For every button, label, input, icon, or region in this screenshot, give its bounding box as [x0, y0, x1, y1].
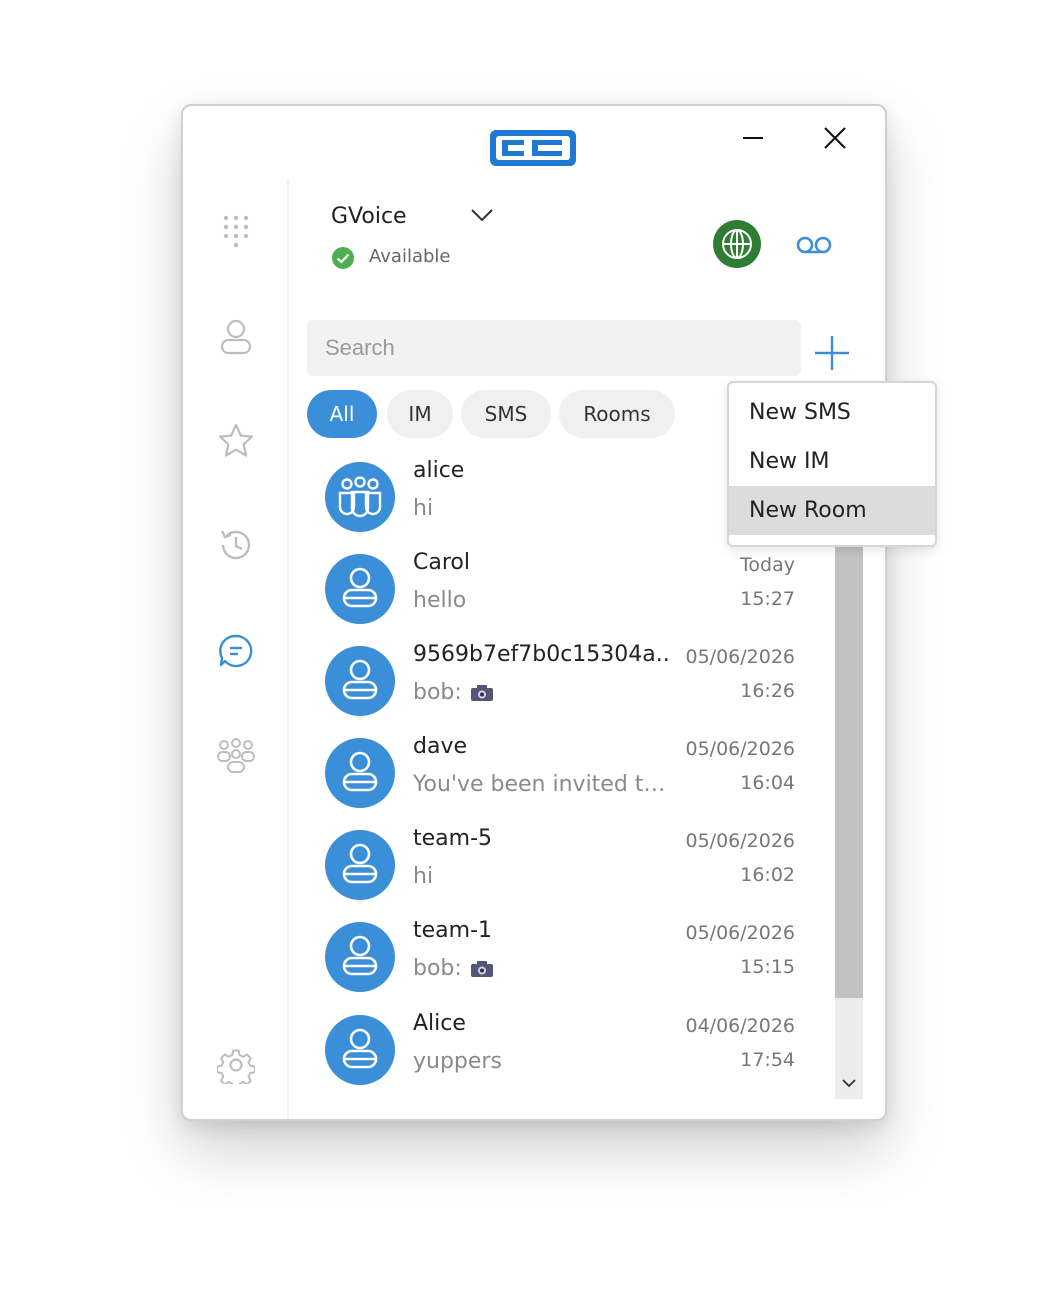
preview-sender: bob: — [413, 956, 462, 981]
person-avatar-icon — [325, 1015, 395, 1085]
minimize-icon[interactable] — [735, 120, 771, 156]
settings-icon[interactable] — [217, 1046, 255, 1084]
conversation-preview: bob: — [413, 956, 494, 981]
conversation-preview: bob: — [413, 680, 494, 705]
conversation-name: team-5 — [413, 826, 493, 851]
conversation-name: dave — [413, 734, 468, 759]
chat-icon[interactable] — [217, 632, 255, 670]
camera-icon — [470, 961, 493, 977]
conversation-date: 05/06/2026 — [685, 738, 795, 760]
chevron-down-icon[interactable] — [469, 204, 495, 226]
filter-im[interactable]: IM — [387, 390, 453, 438]
close-icon[interactable] — [817, 120, 853, 156]
conversation-name: alice — [413, 458, 465, 483]
conversation-row[interactable]: team-5 hi 05/06/2026 16:02 — [307, 822, 807, 914]
conversation-time: 17:54 — [740, 1049, 795, 1071]
conversation-name: team-1 — [413, 918, 493, 943]
filter-all[interactable]: All — [307, 390, 377, 438]
conversation-time: 16:26 — [740, 680, 795, 702]
conversation-row[interactable]: 9569b7ef7b0c15304a... bob: 05/06/2026 16… — [307, 638, 807, 730]
scrollbar-thumb[interactable] — [835, 542, 863, 998]
conversation-date: 05/06/2026 — [685, 830, 795, 852]
conversation-row[interactable]: dave You've been invited to... 05/06/202… — [307, 730, 807, 822]
person-avatar-icon — [325, 554, 395, 624]
globe-button[interactable] — [713, 220, 761, 268]
conversation-name: Carol — [413, 550, 470, 575]
person-avatar-icon — [325, 830, 395, 900]
conversation-date: 04/06/2026 — [685, 1015, 795, 1037]
conversation-name: 9569b7ef7b0c15304a... — [413, 642, 671, 667]
conversation-date: 05/06/2026 — [685, 646, 795, 668]
person-avatar-icon — [325, 646, 395, 716]
globe-icon — [722, 229, 752, 259]
status-available-icon — [332, 247, 354, 269]
conversation-name: Alice — [413, 1011, 466, 1036]
sidebar — [183, 178, 289, 1119]
add-icon[interactable] — [813, 334, 851, 372]
account-name[interactable]: GVoice — [331, 204, 407, 229]
conversation-time: 15:15 — [740, 956, 795, 978]
conversation-preview: hello — [413, 588, 467, 613]
group-avatar-icon — [325, 462, 395, 532]
app-logo — [490, 130, 576, 166]
conversation-preview: hi — [413, 496, 434, 521]
list-scrollbar[interactable] — [835, 542, 863, 1099]
favorites-icon[interactable] — [217, 422, 255, 460]
filter-sms[interactable]: SMS — [461, 390, 551, 438]
conversation-preview: You've been invited to... — [413, 772, 671, 797]
conversation-time: 16:04 — [740, 772, 795, 794]
menu-item-new-im[interactable]: New IM — [729, 437, 935, 486]
conversation-row[interactable]: Alice yuppers 04/06/2026 17:54 — [307, 1007, 807, 1099]
voicemail-icon[interactable] — [795, 232, 833, 258]
conversation-preview: hi — [413, 864, 434, 889]
conversation-date: Today — [740, 554, 795, 576]
person-avatar-icon — [325, 738, 395, 808]
conversation-time: 15:27 — [740, 588, 795, 610]
new-menu: New SMS New IM New Room — [727, 381, 937, 547]
conversation-row[interactable]: team-1 bob: 05/06/2026 15:15 — [307, 914, 807, 1006]
history-icon[interactable] — [217, 526, 255, 564]
scroll-down-icon[interactable] — [839, 1074, 859, 1092]
preview-sender: bob: — [413, 680, 462, 705]
filter-rooms[interactable]: Rooms — [559, 390, 675, 438]
camera-icon — [470, 685, 493, 701]
conversation-list: alice hi Carol hello Today 15:27 9569b7e… — [307, 454, 833, 1099]
app-window: GVoice Available All IM SMS Room — [181, 104, 887, 1121]
menu-item-new-room[interactable]: New Room — [729, 486, 935, 535]
dialpad-icon[interactable] — [217, 212, 255, 250]
contacts-icon[interactable] — [217, 318, 255, 356]
status-text: Available — [369, 246, 451, 267]
menu-item-new-sms[interactable]: New SMS — [729, 388, 935, 437]
conversation-row[interactable]: Carol hello Today 15:27 — [307, 546, 807, 638]
person-avatar-icon — [325, 922, 395, 992]
search-input[interactable] — [307, 320, 801, 376]
groups-icon[interactable] — [217, 736, 255, 774]
conversation-time: 16:02 — [740, 864, 795, 886]
conversation-preview: yuppers — [413, 1049, 502, 1074]
conversation-date: 05/06/2026 — [685, 922, 795, 944]
